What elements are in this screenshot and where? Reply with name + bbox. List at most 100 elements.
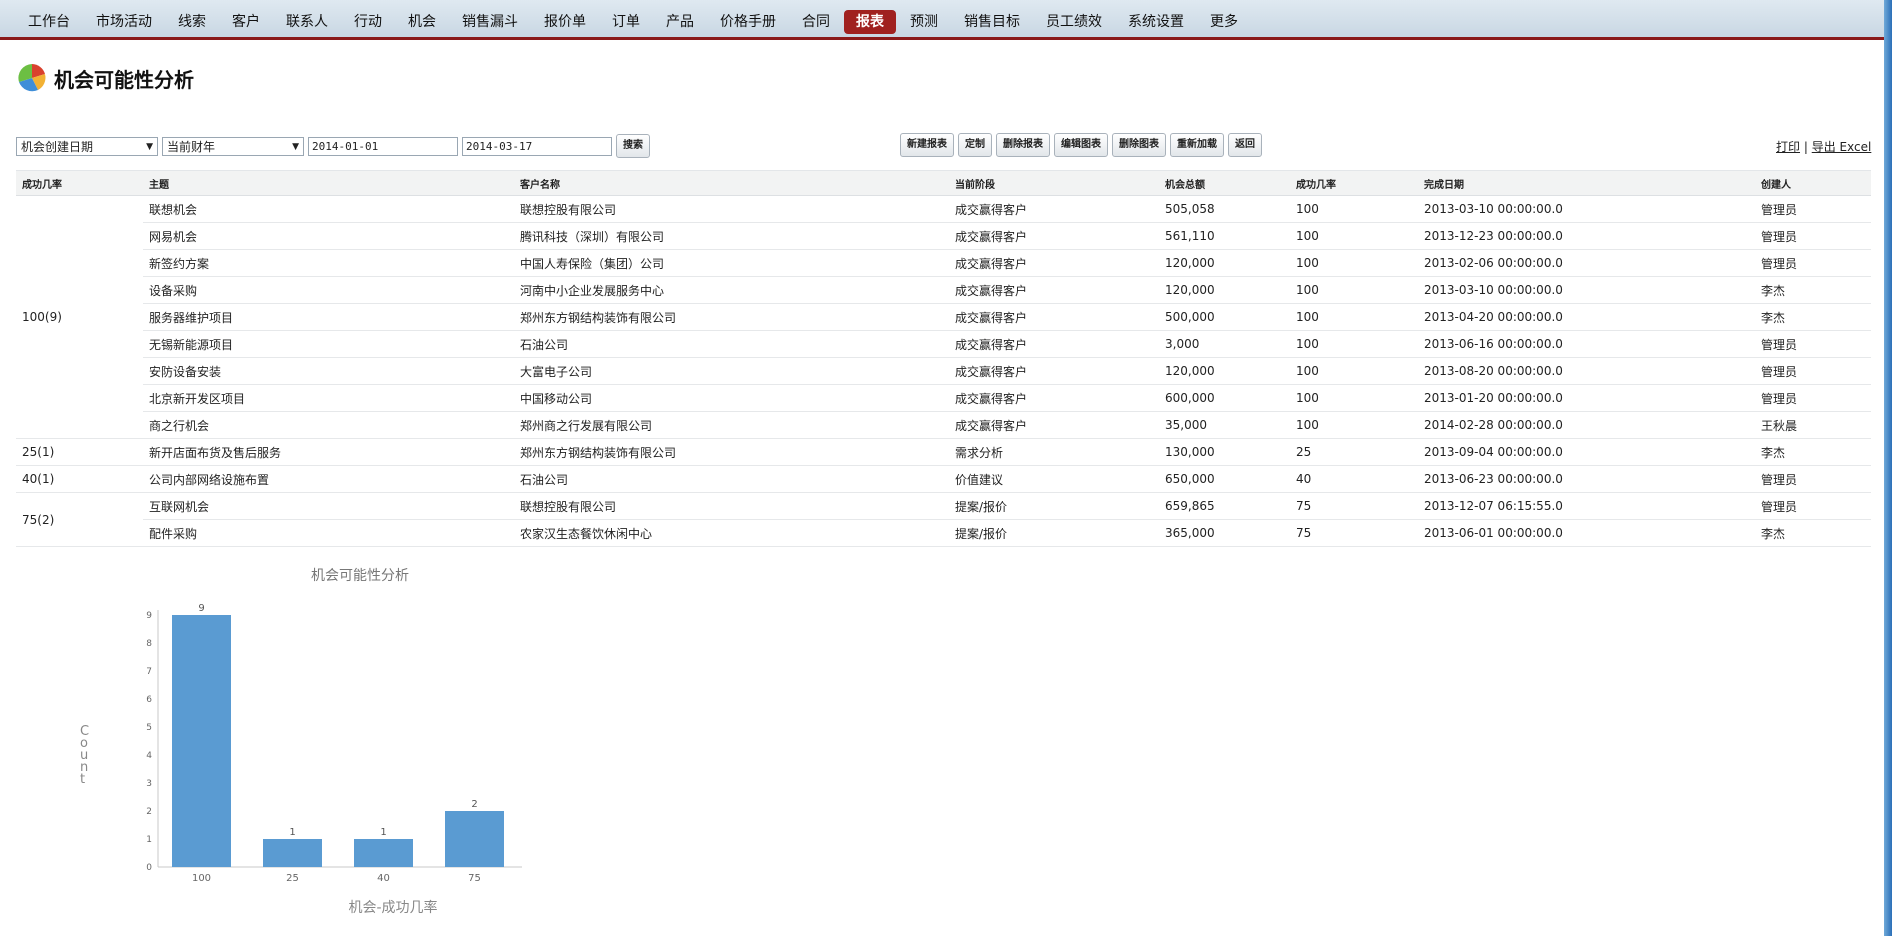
table-cell: 中国移动公司 bbox=[514, 384, 949, 412]
column-header[interactable]: 客户名称 bbox=[514, 170, 949, 196]
nav-tab[interactable]: 合同 bbox=[790, 10, 842, 34]
column-header[interactable]: 机会总额 bbox=[1159, 170, 1290, 196]
table-row: 无锡新能源项目 石油公司 成交赢得客户 3,000 100 2013-06-16 00:0… bbox=[16, 330, 1871, 358]
table-cell: 石油公司 bbox=[514, 330, 949, 358]
nav-tab[interactable]: 价格手册 bbox=[708, 10, 788, 34]
table-cell: 100 bbox=[1290, 303, 1418, 331]
nav-tab[interactable]: 市场活动 bbox=[84, 10, 164, 34]
nav-tab[interactable]: 员工绩效 bbox=[1034, 10, 1114, 34]
table-cell: 成交赢得客户 bbox=[949, 222, 1159, 250]
nav-tab[interactable]: 销售漏斗 bbox=[450, 10, 530, 34]
table-cell: 2013-01-20 00:00:00.0 bbox=[1418, 384, 1755, 412]
x-tick-label: 40 bbox=[377, 873, 390, 884]
table-row: 北京新开发区项目 中国移动公司 成交赢得客户 600,000 100 2013-01-20… bbox=[16, 384, 1871, 412]
table-cell: 互联网机会 bbox=[143, 492, 514, 520]
table-cell: 25 bbox=[1290, 438, 1418, 466]
y-label-letter: t bbox=[80, 772, 85, 787]
chart-y-axis-label: Count bbox=[80, 724, 89, 787]
report-actions: 新建报表 定制 删除报表 编辑图表 删除图表 重新加载 返回 bbox=[900, 133, 1266, 157]
column-header[interactable]: 当前阶段 bbox=[949, 170, 1159, 196]
table-cell: 2013-06-16 00:00:00.0 bbox=[1418, 330, 1755, 358]
table-row: 商之行机会 郑州商之行发展有限公司 成交赢得客户 35,000 100 2014-02-2… bbox=[16, 411, 1871, 439]
report-action-button[interactable]: 删除报表 bbox=[996, 133, 1050, 157]
table-cell: 2013-03-10 00:00:00.0 bbox=[1418, 276, 1755, 304]
table-cell: 管理员 bbox=[1755, 222, 1871, 250]
table-cell: 2013-09-04 00:00:00.0 bbox=[1418, 438, 1755, 466]
table-cell: 管理员 bbox=[1755, 492, 1871, 520]
filter-bar: 机会创建日期 ▼ 当前财年 ▼ 2014-01-01 2014-03-17 搜索 bbox=[16, 134, 654, 158]
table-cell: 管理员 bbox=[1755, 465, 1871, 493]
y-tick-label: 5 bbox=[146, 723, 152, 733]
table-cell: 李杰 bbox=[1755, 303, 1871, 331]
period-select[interactable]: 当前财年 ▼ bbox=[162, 136, 304, 156]
nav-tab[interactable]: 报表 bbox=[844, 10, 896, 34]
top-navigation: 工作台 市场活动 线索 客户 联系人 行动 机会 销售漏斗 报价单 订单 产品 价格手册 合同 报表 预测销… bbox=[0, 0, 1892, 40]
nav-tab[interactable]: 客户 bbox=[220, 10, 272, 34]
table-row: 设备采购 河南中小企业发展服务中心 成交赢得客户 120,000 100 2013-03-… bbox=[16, 276, 1871, 304]
table-row: 75(2) 互联网机会 联想控股有限公司 提案/报价 659,865 75 2013-12-… bbox=[16, 492, 1871, 547]
table-cell: 管理员 bbox=[1755, 249, 1871, 277]
table-cell: 120,000 bbox=[1159, 357, 1290, 385]
y-tick-label: 4 bbox=[146, 751, 152, 761]
table-cell: 650,000 bbox=[1159, 465, 1290, 493]
search-button[interactable]: 搜索 bbox=[616, 134, 650, 158]
chevron-down-icon: ▼ bbox=[292, 141, 299, 152]
page-header: 机会可能性分析 bbox=[16, 58, 194, 98]
table-cell: 管理员 bbox=[1755, 195, 1871, 223]
column-header[interactable]: 创建人 bbox=[1755, 170, 1871, 196]
nav-tab[interactable]: 行动 bbox=[342, 10, 394, 34]
nav-tab[interactable]: 产品 bbox=[654, 10, 706, 34]
y-tick-label: 8 bbox=[146, 639, 152, 649]
nav-tab[interactable]: 工作台 bbox=[16, 10, 82, 34]
report-action-button[interactable]: 重新加载 bbox=[1170, 133, 1224, 157]
nav-tab[interactable]: 机会 bbox=[396, 10, 448, 34]
column-header[interactable]: 成功几率 bbox=[1290, 170, 1418, 196]
table-cell: 王秋晨 bbox=[1755, 411, 1871, 439]
column-header[interactable]: 主题 bbox=[143, 170, 514, 196]
report-action-button[interactable]: 新建报表 bbox=[900, 133, 954, 157]
export-excel-link[interactable]: 导出 Excel bbox=[1812, 140, 1872, 154]
column-header[interactable]: 完成日期 bbox=[1418, 170, 1755, 196]
table-row: 安防设备安装 大富电子公司 成交赢得客户 120,000 100 2013-08-20 0… bbox=[16, 357, 1871, 385]
chart-x-axis-label: 机会-成功几率 bbox=[348, 899, 437, 916]
column-header[interactable]: 成功几率 bbox=[16, 170, 143, 196]
end-date-input[interactable]: 2014-03-17 bbox=[462, 136, 612, 156]
page-title: 机会可能性分析 bbox=[54, 67, 194, 92]
bar-value-label: 1 bbox=[380, 827, 386, 838]
bar bbox=[445, 811, 504, 867]
nav-tab[interactable]: 销售目标 bbox=[952, 10, 1032, 34]
report-action-button[interactable]: 返回 bbox=[1228, 133, 1262, 157]
chart-title: 机会可能性分析 bbox=[311, 568, 409, 584]
table-cell: 35,000 bbox=[1159, 411, 1290, 439]
table-cell: 设备采购 bbox=[143, 276, 514, 304]
nav-tab[interactable]: 报价单 bbox=[532, 10, 598, 34]
report-action-button[interactable]: 删除图表 bbox=[1112, 133, 1166, 157]
nav-tab[interactable]: 预测 bbox=[898, 10, 950, 34]
table-cell: 石油公司 bbox=[514, 465, 949, 493]
x-tick-label: 25 bbox=[286, 873, 299, 884]
table-cell: 管理员 bbox=[1755, 357, 1871, 385]
report-action-button[interactable]: 编辑图表 bbox=[1054, 133, 1108, 157]
table-cell: 北京新开发区项目 bbox=[143, 384, 514, 412]
x-tick-label: 100 bbox=[192, 873, 211, 884]
date-field-select[interactable]: 机会创建日期 ▼ bbox=[16, 136, 158, 156]
table-cell: 成交赢得客户 bbox=[949, 357, 1159, 385]
pie-chart-icon bbox=[18, 64, 46, 92]
nav-tab[interactable]: 联系人 bbox=[274, 10, 340, 34]
start-date-input[interactable]: 2014-01-01 bbox=[308, 136, 458, 156]
y-tick-label: 6 bbox=[146, 695, 152, 705]
table-cell: 100 bbox=[1290, 276, 1418, 304]
nav-tab[interactable]: 订单 bbox=[600, 10, 652, 34]
table-cell: 郑州商之行发展有限公司 bbox=[514, 411, 949, 439]
nav-tab[interactable]: 系统设置 bbox=[1116, 10, 1196, 34]
y-tick-label: 2 bbox=[146, 807, 152, 817]
nav-tab[interactable]: 更多 bbox=[1198, 10, 1250, 34]
table-cell: 75 bbox=[1290, 492, 1418, 520]
bar bbox=[172, 615, 231, 867]
table-cell: 成交赢得客户 bbox=[949, 276, 1159, 304]
report-table: 成功几率 主题 客户名称 当前阶段 机会总额 成功几率 完成日期 创建人 100(9) 联想机会… bbox=[16, 170, 1871, 547]
bar-value-label: 9 bbox=[198, 603, 204, 614]
print-link[interactable]: 打印 bbox=[1776, 140, 1800, 154]
nav-tab[interactable]: 线索 bbox=[166, 10, 218, 34]
report-action-button[interactable]: 定制 bbox=[958, 133, 992, 157]
